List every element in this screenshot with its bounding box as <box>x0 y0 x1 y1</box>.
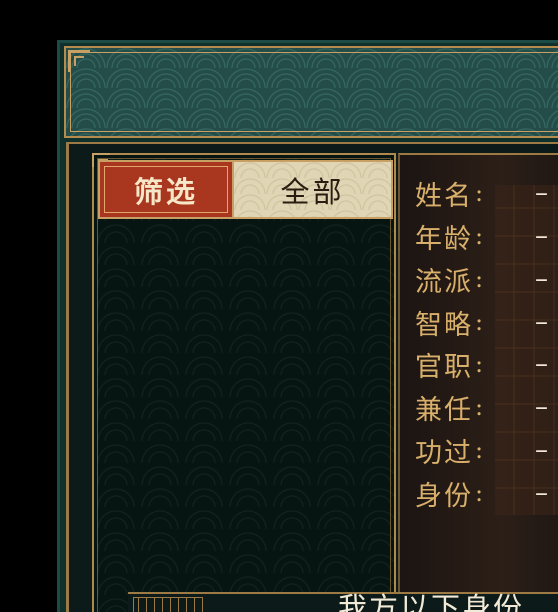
info-value: – <box>535 264 550 294</box>
info-value: – <box>535 478 550 508</box>
info-value: – <box>535 178 550 208</box>
info-value: – <box>535 349 550 379</box>
info-row-identity: 身份: – <box>415 475 548 512</box>
header-border <box>70 52 558 132</box>
info-label: 姓名 <box>415 180 473 212</box>
fret-corner-icon <box>68 50 90 72</box>
filter-value: 全部 <box>280 174 345 209</box>
info-value: – <box>535 392 550 422</box>
info-value: – <box>535 435 550 465</box>
info-label: 兼任 <box>415 394 473 426</box>
info-row-concurrent: 兼任: – <box>415 389 548 426</box>
info-label: 年龄 <box>415 223 473 255</box>
info-label: 官职 <box>415 351 473 383</box>
game-screen: 筛选 全部 姓名: – 年龄: – 流派: – 智略: – 官职: – 兼任: … <box>0 0 558 612</box>
character-list-panel[interactable] <box>92 153 396 612</box>
filter-label: 筛选 <box>133 174 198 209</box>
info-label: 功过 <box>415 437 473 469</box>
filter-dropdown[interactable]: 全部 <box>234 162 391 217</box>
info-label: 身份 <box>415 480 473 512</box>
info-row-age: 年龄: – <box>415 218 548 255</box>
filter-label-box: 筛选 <box>100 162 234 217</box>
fret-border-icon <box>133 597 203 612</box>
info-row-faction: 流派: – <box>415 261 548 298</box>
info-row-name: 姓名: – <box>415 175 548 212</box>
info-label: 流派 <box>415 266 473 298</box>
filter-bar[interactable]: 筛选 全部 <box>98 160 393 219</box>
info-value: – <box>535 221 550 251</box>
info-row-merit: 功过: – <box>415 432 548 469</box>
info-value: – <box>535 307 550 337</box>
bottom-caption: 我方以下身份 <box>338 591 525 612</box>
info-label: 智略 <box>415 309 473 341</box>
info-row-office: 官职: – <box>415 346 548 383</box>
info-row-strategy: 智略: – <box>415 304 548 341</box>
list-panel-border <box>97 158 391 612</box>
header-band <box>64 46 558 138</box>
